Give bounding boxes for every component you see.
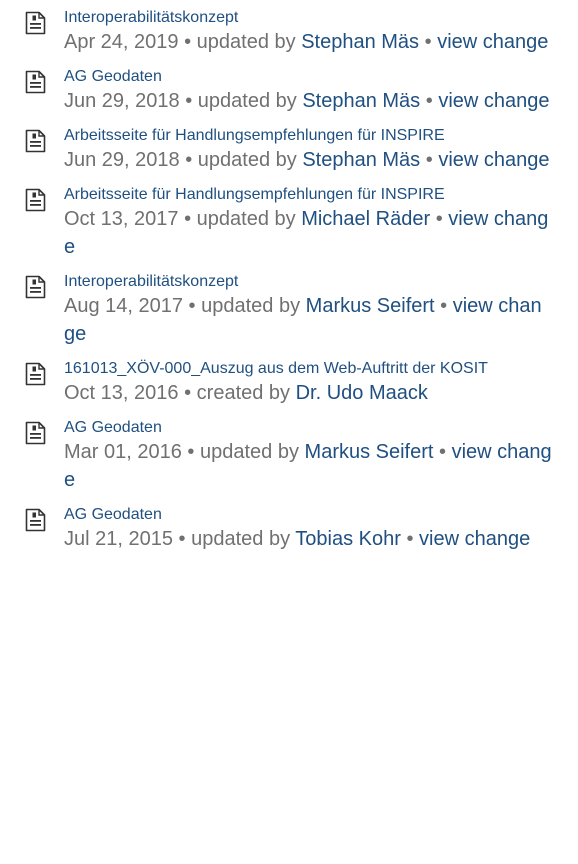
update-action: updated by	[199, 441, 299, 463]
separator-dot: •	[178, 208, 197, 230]
page-document-icon	[25, 421, 46, 445]
update-date: Jun 29, 2018	[64, 149, 180, 171]
view-change-link[interactable]: view change	[437, 31, 548, 53]
page-document-icon	[25, 188, 46, 212]
page-document-icon	[25, 70, 46, 94]
update-entry: AG Geodaten Jul 21, 2015 • updated by To…	[22, 505, 552, 553]
separator-dot: •	[178, 382, 197, 404]
update-meta: Jul 21, 2015 • updated by Tobias Kohr • …	[64, 525, 552, 553]
page-title-link[interactable]: Arbeitsseite für Handlungsempfehlungen f…	[64, 185, 552, 205]
update-entry: AG Geodaten Mar 01, 2016 • updated by Ma…	[22, 418, 552, 494]
separator-dot: •	[172, 528, 192, 550]
author-link[interactable]: Stephan Mäs	[302, 90, 420, 112]
separator-dot: •	[430, 208, 449, 230]
update-action: updated by	[196, 31, 296, 53]
separator-dot: •	[179, 90, 198, 112]
author-link[interactable]: Stephan Mäs	[302, 149, 420, 171]
page-title-link[interactable]: AG Geodaten	[64, 67, 552, 87]
page-title-link[interactable]: Interoperabilitätskonzept	[64, 8, 552, 28]
update-action: updated by	[191, 528, 291, 550]
page-document-icon	[25, 275, 46, 299]
separator-dot: •	[183, 295, 202, 317]
update-entry: 161013_XÖV-000_Auszug aus dem Web-Auftri…	[22, 359, 552, 407]
separator-dot: •	[420, 149, 439, 171]
update-action: updated by	[196, 208, 296, 230]
page-title-link[interactable]: AG Geodaten	[64, 505, 552, 525]
separator-dot: •	[419, 31, 438, 53]
author-link[interactable]: Michael Räder	[301, 208, 430, 230]
update-date: Aug 14, 2017	[64, 295, 183, 317]
author-link[interactable]: Tobias Kohr	[295, 528, 401, 550]
separator-dot: •	[434, 295, 453, 317]
separator-dot: •	[420, 90, 439, 112]
update-meta: Mar 01, 2016 • updated by Markus Seifert…	[64, 438, 552, 494]
update-date: Jul 21, 2015	[64, 528, 173, 550]
separator-dot: •	[433, 441, 452, 463]
author-link[interactable]: Markus Seifert	[305, 441, 434, 463]
update-date: Oct 13, 2017	[64, 208, 179, 230]
page-title-link[interactable]: Arbeitsseite für Handlungsempfehlungen f…	[64, 126, 552, 146]
page-document-icon	[25, 508, 46, 532]
separator-dot: •	[400, 528, 420, 550]
update-entry: Interoperabilitätskonzept Aug 14, 2017 •…	[22, 272, 552, 348]
update-action: created by	[196, 382, 291, 404]
separator-dot: •	[178, 31, 197, 53]
update-date: Jun 29, 2018	[64, 90, 180, 112]
update-entry: Arbeitsseite für Handlungsempfehlungen f…	[22, 185, 552, 261]
view-change-link[interactable]: view change	[419, 528, 530, 550]
separator-dot: •	[181, 441, 200, 463]
recent-updates-feed: Interoperabilitätskonzept Apr 24, 2019 •…	[22, 8, 552, 564]
page-document-icon	[25, 362, 46, 386]
separator-dot: •	[179, 149, 198, 171]
page-title-link[interactable]: Interoperabilitätskonzept	[64, 272, 552, 292]
update-meta: Oct 13, 2017 • updated by Michael Räder …	[64, 205, 552, 261]
update-action: updated by	[197, 149, 297, 171]
update-meta: Oct 13, 2016 • created by Dr. Udo Maack	[64, 379, 552, 407]
update-entry: Interoperabilitätskonzept Apr 24, 2019 •…	[22, 8, 552, 56]
update-meta: Apr 24, 2019 • updated by Stephan Mäs • …	[64, 28, 552, 56]
update-action: updated by	[197, 90, 297, 112]
update-entry: Arbeitsseite für Handlungsempfehlungen f…	[22, 126, 552, 174]
view-change-link[interactable]: view change	[438, 90, 549, 112]
page-document-icon	[25, 129, 46, 153]
page-title-link[interactable]: 161013_XÖV-000_Auszug aus dem Web-Auftri…	[64, 359, 552, 379]
update-date: Oct 13, 2016	[64, 382, 179, 404]
author-link[interactable]: Dr. Udo Maack	[296, 382, 428, 404]
page-title-link[interactable]: AG Geodaten	[64, 418, 552, 438]
update-meta: Aug 14, 2017 • updated by Markus Seifert…	[64, 292, 552, 348]
update-meta: Jun 29, 2018 • updated by Stephan Mäs • …	[64, 87, 552, 115]
view-change-link[interactable]: view change	[438, 149, 549, 171]
update-action: updated by	[201, 295, 301, 317]
update-date: Apr 24, 2019	[64, 31, 179, 53]
author-link[interactable]: Markus Seifert	[306, 295, 435, 317]
update-date: Mar 01, 2016	[64, 441, 182, 463]
page-document-icon	[25, 11, 46, 35]
update-meta: Jun 29, 2018 • updated by Stephan Mäs • …	[64, 146, 552, 174]
author-link[interactable]: Stephan Mäs	[301, 31, 419, 53]
update-entry: AG Geodaten Jun 29, 2018 • updated by St…	[22, 67, 552, 115]
